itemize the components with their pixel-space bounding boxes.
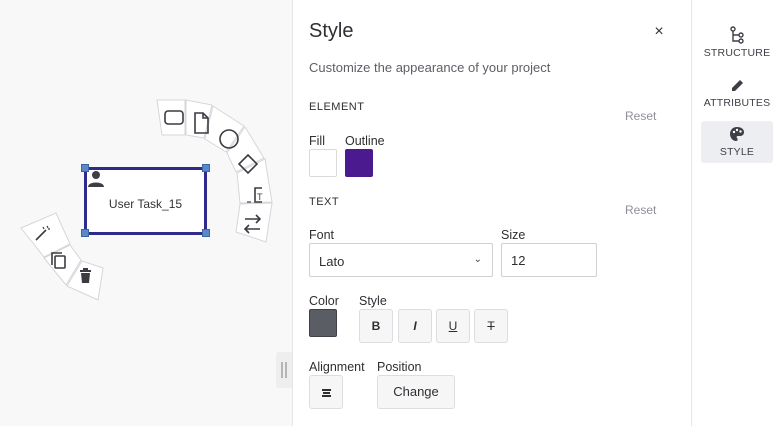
nav-attributes-label: ATTRIBUTES xyxy=(703,97,771,109)
underline-button[interactable]: U xyxy=(436,309,470,343)
task-label: User Task_15 xyxy=(108,197,183,211)
resize-handle-sw[interactable] xyxy=(81,229,89,237)
alignment-label: Alignment xyxy=(309,360,365,374)
resize-handle-nw[interactable] xyxy=(81,164,89,172)
style-panel: Style × Customize the appearance of your… xyxy=(292,0,691,426)
text-color-swatch[interactable] xyxy=(309,309,337,337)
resize-handle-se[interactable] xyxy=(202,229,210,237)
nav-structure-label: STRUCTURE xyxy=(703,47,771,59)
panel-title: Style xyxy=(309,20,354,42)
position-label: Position xyxy=(377,360,422,374)
panel-description: Customize the appearance of your project xyxy=(309,60,551,75)
diagram-canvas[interactable]: T User Task_15 xyxy=(0,0,292,426)
svg-text:T: T xyxy=(257,192,263,202)
side-nav: STRUCTURE ATTRIBUTES STYLE xyxy=(691,0,780,426)
pencil-icon xyxy=(732,80,743,91)
color-label: Color xyxy=(309,294,339,308)
element-heading: ELEMENT xyxy=(309,101,365,113)
bold-button[interactable]: B xyxy=(359,309,393,343)
outline-label: Outline xyxy=(345,134,385,148)
user-icon xyxy=(88,171,104,187)
fill-color-swatch[interactable] xyxy=(309,149,337,177)
chevron-down-icon: ⌄ xyxy=(473,254,482,265)
nav-attributes[interactable]: ATTRIBUTES xyxy=(701,72,773,114)
nav-style-label: STYLE xyxy=(719,146,755,158)
text-reset-button[interactable]: Reset xyxy=(625,203,656,217)
fill-label: Fill xyxy=(309,134,325,148)
resize-handle-ne[interactable] xyxy=(202,164,210,172)
size-input[interactable] xyxy=(501,243,597,277)
change-position-button[interactable]: Change xyxy=(377,375,455,409)
palette-icon xyxy=(730,127,744,141)
outline-color-swatch[interactable] xyxy=(345,149,373,177)
strikethrough-button[interactable]: T xyxy=(474,309,508,343)
close-icon[interactable]: × xyxy=(651,24,667,40)
panel-resize-handle[interactable] xyxy=(276,352,292,388)
font-label: Font xyxy=(309,228,335,242)
italic-button[interactable]: I xyxy=(398,309,432,343)
element-reset-button[interactable]: Reset xyxy=(625,109,656,123)
font-select[interactable]: Lato ⌄ xyxy=(309,243,493,277)
context-pad-segment-task xyxy=(156,99,186,136)
text-heading: TEXT xyxy=(309,196,340,208)
nav-structure[interactable]: STRUCTURE xyxy=(701,22,773,64)
nav-style[interactable]: STYLE xyxy=(701,121,773,163)
structure-icon xyxy=(730,26,744,44)
size-label: Size xyxy=(501,228,526,242)
align-center-button[interactable] xyxy=(309,375,343,409)
font-select-value: Lato xyxy=(319,254,345,269)
user-task-element[interactable]: User Task_15 xyxy=(85,168,206,235)
style-label: Style xyxy=(359,294,387,308)
